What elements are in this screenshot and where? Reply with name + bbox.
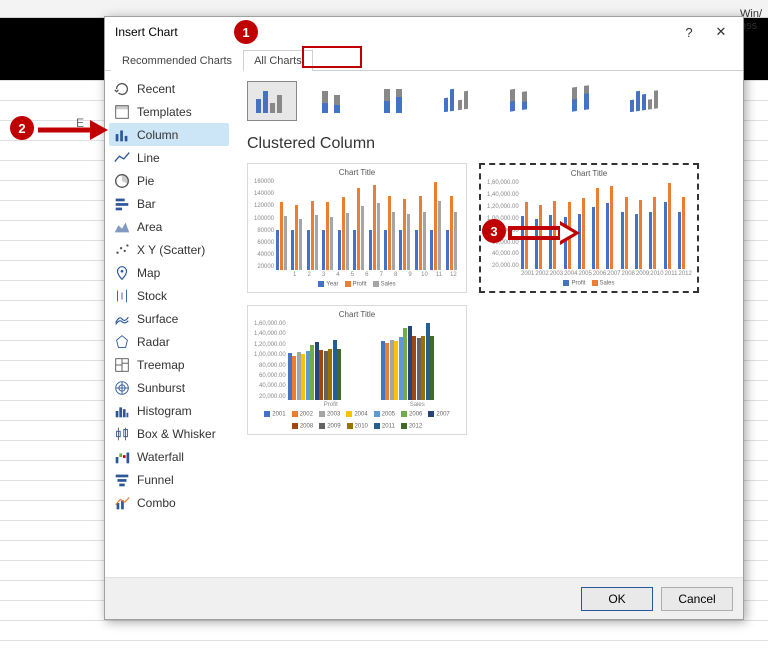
column-icon — [113, 126, 131, 144]
column-header-e: E — [76, 116, 84, 130]
line-icon — [113, 149, 131, 167]
category-label: Sunburst — [137, 381, 185, 395]
preview-title: Chart Title — [571, 169, 607, 178]
category-label: Radar — [137, 335, 170, 349]
help-button[interactable]: ? — [673, 19, 705, 45]
category-label: Funnel — [137, 473, 174, 487]
map-icon — [113, 264, 131, 282]
subtype-3d-100-stacked-column[interactable] — [557, 81, 607, 121]
chart-main-panel: Clustered Column Chart Title160000140000… — [233, 71, 743, 577]
callout-1: 1 — [234, 20, 258, 44]
close-icon: ✕ — [716, 24, 727, 40]
dialog-footer: OK Cancel — [105, 577, 743, 619]
chart-preview-1[interactable]: Chart Title16000014000012000010000080000… — [247, 163, 467, 293]
category-label: Area — [137, 220, 162, 234]
histogram-icon — [113, 402, 131, 420]
category-stock[interactable]: Stock — [109, 284, 229, 307]
ok-button[interactable]: OK — [581, 587, 653, 611]
recent-icon — [113, 80, 131, 98]
callout-2: 2 — [10, 116, 34, 140]
category-label: Waterfall — [137, 450, 184, 464]
category-templates[interactable]: Templates — [109, 100, 229, 123]
subtype-3d-stacked-column[interactable] — [495, 81, 545, 121]
templates-icon — [113, 103, 131, 121]
category-surface[interactable]: Surface — [109, 307, 229, 330]
help-icon: ? — [685, 25, 692, 40]
category-treemap[interactable]: Treemap — [109, 353, 229, 376]
category-xy[interactable]: X Y (Scatter) — [109, 238, 229, 261]
3d-stacked-column-icon — [500, 85, 540, 117]
category-label: Stock — [137, 289, 167, 303]
chart-subtype-row — [247, 81, 729, 121]
category-label: Combo — [137, 496, 176, 510]
stacked-column-icon — [314, 85, 354, 117]
category-label: Treemap — [137, 358, 185, 372]
category-waterfall[interactable]: Waterfall — [109, 445, 229, 468]
category-label: Recent — [137, 82, 175, 96]
3d-column-icon — [624, 85, 664, 117]
funnel-icon — [113, 471, 131, 489]
category-label: Histogram — [137, 404, 192, 418]
close-button[interactable]: ✕ — [705, 19, 737, 45]
dialog-title: Insert Chart — [115, 25, 673, 39]
category-map[interactable]: Map — [109, 261, 229, 284]
subtype-100-stacked-column[interactable] — [371, 81, 421, 121]
100-stacked-column-icon — [376, 85, 416, 117]
treemap-icon — [113, 356, 131, 374]
category-histogram[interactable]: Histogram — [109, 399, 229, 422]
tab-recommended[interactable]: Recommended Charts — [111, 50, 243, 71]
waterfall-icon — [113, 448, 131, 466]
subtype-stacked-column[interactable] — [309, 81, 359, 121]
category-sunburst[interactable]: Sunburst — [109, 376, 229, 399]
preview-title: Chart Title — [339, 168, 375, 177]
chart-category-sidebar: Recent Templates Column Line Pie Bar Area X Y (… — [105, 71, 233, 577]
category-label: Templates — [137, 105, 192, 119]
category-boxwhisk[interactable]: Box & Whisker — [109, 422, 229, 445]
xy-icon — [113, 241, 131, 259]
preview-title: Chart Title — [339, 310, 375, 319]
category-label: Box & Whisker — [137, 427, 216, 441]
category-recent[interactable]: Recent — [109, 77, 229, 100]
subtype-clustered-column[interactable] — [247, 81, 297, 121]
category-label: Pie — [137, 174, 154, 188]
chart-preview-2[interactable]: Chart Title1,60,000.001,40,000.001,20,00… — [479, 163, 699, 293]
area-icon — [113, 218, 131, 236]
sunburst-icon — [113, 379, 131, 397]
category-label: Surface — [137, 312, 178, 326]
category-pie[interactable]: Pie — [109, 169, 229, 192]
category-combo[interactable]: Combo — [109, 491, 229, 514]
subtype-3d-column[interactable] — [619, 81, 669, 121]
stock-icon — [113, 287, 131, 305]
boxwhisk-icon — [113, 425, 131, 443]
dialog-tabs: Recommended Charts All Charts — [105, 47, 743, 71]
subtype-3d-clustered-column[interactable] — [433, 81, 483, 121]
dialog-titlebar: Insert Chart ? ✕ — [105, 17, 743, 47]
cancel-button[interactable]: Cancel — [661, 587, 733, 611]
chart-previews: Chart Title16000014000012000010000080000… — [247, 163, 729, 435]
category-label: Map — [137, 266, 160, 280]
category-label: Column — [137, 128, 178, 142]
3d-clustered-column-icon — [438, 85, 478, 117]
category-line[interactable]: Line — [109, 146, 229, 169]
tab-all-charts[interactable]: All Charts — [243, 50, 313, 71]
chart-subtype-title: Clustered Column — [247, 135, 729, 153]
insert-chart-dialog: Insert Chart ? ✕ Recommended Charts All … — [104, 16, 744, 620]
category-bar[interactable]: Bar — [109, 192, 229, 215]
category-column[interactable]: Column — [109, 123, 229, 146]
3d-100-stacked-column-icon — [562, 85, 602, 117]
combo-icon — [113, 494, 131, 512]
radar-icon — [113, 333, 131, 351]
category-label: Line — [137, 151, 160, 165]
surface-icon — [113, 310, 131, 328]
category-label: X Y (Scatter) — [137, 243, 205, 257]
bar-icon — [113, 195, 131, 213]
category-label: Bar — [137, 197, 156, 211]
category-area[interactable]: Area — [109, 215, 229, 238]
clustered-column-icon — [252, 85, 292, 117]
category-radar[interactable]: Radar — [109, 330, 229, 353]
callout-3: 3 — [482, 219, 506, 243]
pie-icon — [113, 172, 131, 190]
chart-preview-3[interactable]: Chart Title1,60,000.001,40,000.001,20,00… — [247, 305, 467, 435]
category-funnel[interactable]: Funnel — [109, 468, 229, 491]
